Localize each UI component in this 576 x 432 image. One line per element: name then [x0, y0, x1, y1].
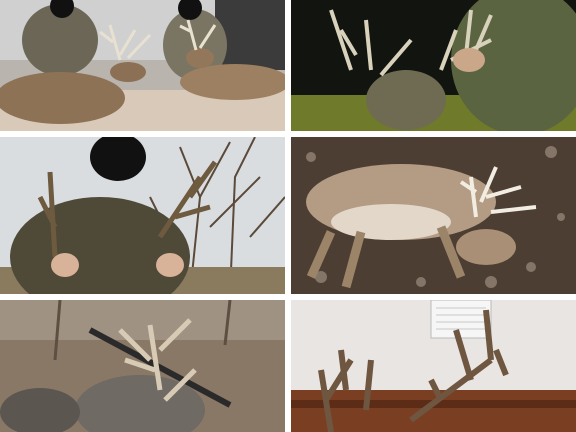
photo-masked-hunter-woods — [0, 137, 285, 294]
photo-mounted-antlers-image — [291, 300, 576, 432]
photo-two-hunters-with-bucks-image — [0, 0, 285, 131]
photo-buck-with-rifle-image — [0, 300, 285, 432]
photo-buck-with-rifle — [0, 300, 285, 432]
photo-hunter-holding-antlers-image — [291, 0, 576, 131]
photo-buck-on-leaves — [291, 137, 576, 294]
photo-hunter-holding-antlers — [291, 0, 576, 131]
photo-buck-on-leaves-image — [291, 137, 576, 294]
photo-collage — [0, 0, 576, 432]
photo-masked-hunter-woods-image — [0, 137, 285, 294]
photo-mounted-antlers — [291, 300, 576, 432]
photo-two-hunters-with-bucks — [0, 0, 285, 131]
